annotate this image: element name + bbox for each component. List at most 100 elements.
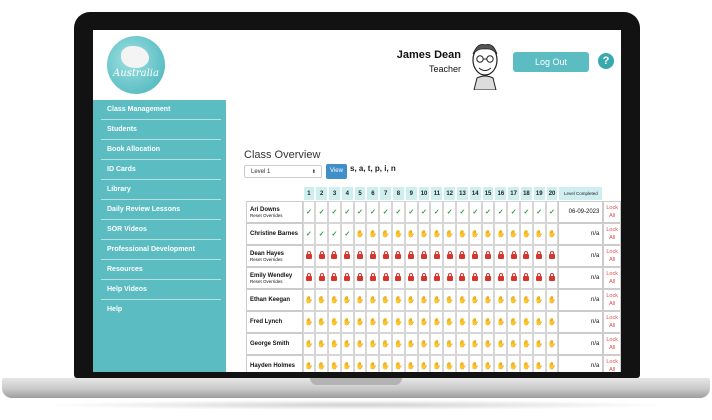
padlock-icon[interactable]: [520, 267, 533, 289]
hand-icon[interactable]: ✋: [494, 289, 508, 311]
check-icon[interactable]: ✓: [315, 201, 329, 223]
sidebar-item-students[interactable]: Students: [93, 120, 226, 140]
padlock-icon[interactable]: [430, 245, 444, 267]
padlock-icon[interactable]: [532, 245, 546, 267]
check-icon[interactable]: ✓: [392, 201, 405, 223]
hand-icon[interactable]: ✋: [456, 289, 469, 311]
padlock-icon[interactable]: [340, 245, 354, 267]
hand-icon[interactable]: ✋: [545, 333, 559, 355]
hand-icon[interactable]: ✋: [302, 355, 316, 372]
check-icon[interactable]: ✓: [430, 201, 444, 223]
reset-overrides-link[interactable]: Reset Overrides: [250, 213, 302, 218]
hand-icon[interactable]: ✋: [340, 289, 354, 311]
hand-icon[interactable]: ✋: [404, 223, 418, 245]
padlock-icon[interactable]: [430, 267, 444, 289]
hand-icon[interactable]: ✋: [481, 333, 495, 355]
padlock-icon[interactable]: [507, 267, 521, 289]
hand-icon[interactable]: ✋: [379, 333, 393, 355]
padlock-icon[interactable]: [520, 245, 533, 267]
padlock-icon[interactable]: [340, 267, 354, 289]
hand-icon[interactable]: ✋: [404, 333, 418, 355]
hand-icon[interactable]: ✋: [340, 333, 354, 355]
sidebar-item-help[interactable]: Help: [93, 300, 226, 320]
check-icon[interactable]: ✓: [302, 223, 316, 245]
hand-icon[interactable]: ✋: [353, 355, 367, 372]
padlock-icon[interactable]: [417, 245, 431, 267]
padlock-icon[interactable]: [494, 267, 508, 289]
hand-icon[interactable]: ✋: [443, 355, 457, 372]
padlock-icon[interactable]: [545, 245, 559, 267]
lock-all-button[interactable]: Lock All: [603, 311, 621, 333]
hand-icon[interactable]: ✋: [404, 289, 418, 311]
lock-all-button[interactable]: Lock All: [603, 355, 621, 372]
reset-overrides-link[interactable]: Reset Overrides: [250, 279, 302, 284]
sidebar-item-id-cards[interactable]: ID Cards: [93, 160, 226, 180]
hand-icon[interactable]: ✋: [366, 333, 380, 355]
padlock-icon[interactable]: [456, 245, 469, 267]
check-icon[interactable]: ✓: [494, 201, 508, 223]
hand-icon[interactable]: ✋: [468, 311, 482, 333]
check-icon[interactable]: ✓: [417, 201, 431, 223]
hand-icon[interactable]: ✋: [443, 333, 457, 355]
check-icon[interactable]: ✓: [340, 201, 354, 223]
student-name[interactable]: Christine Barnes: [250, 231, 302, 237]
hand-icon[interactable]: ✋: [315, 355, 329, 372]
level-select[interactable]: Level 1 ⬍: [244, 165, 322, 178]
sidebar-item-book-allocation[interactable]: Book Allocation: [93, 140, 226, 160]
hand-icon[interactable]: ✋: [392, 355, 405, 372]
check-icon[interactable]: ✓: [328, 201, 341, 223]
padlock-icon[interactable]: [379, 245, 393, 267]
check-icon[interactable]: ✓: [353, 201, 367, 223]
check-icon[interactable]: ✓: [404, 201, 418, 223]
brand-logo[interactable]: Australia: [107, 36, 165, 94]
sidebar-item-library[interactable]: Library: [93, 180, 226, 200]
hand-icon[interactable]: ✋: [404, 311, 418, 333]
hand-icon[interactable]: ✋: [379, 311, 393, 333]
padlock-icon[interactable]: [404, 267, 418, 289]
hand-icon[interactable]: ✋: [494, 333, 508, 355]
hand-icon[interactable]: ✋: [520, 223, 533, 245]
padlock-icon[interactable]: [392, 267, 405, 289]
hand-icon[interactable]: ✋: [532, 223, 546, 245]
check-icon[interactable]: ✓: [456, 201, 469, 223]
hand-icon[interactable]: ✋: [532, 289, 546, 311]
hand-icon[interactable]: ✋: [545, 223, 559, 245]
padlock-icon[interactable]: [404, 245, 418, 267]
sidebar-item-daily-review-lessons[interactable]: Daily Review Lessons: [93, 200, 226, 220]
hand-icon[interactable]: ✋: [443, 289, 457, 311]
padlock-icon[interactable]: [315, 245, 329, 267]
padlock-icon[interactable]: [468, 245, 482, 267]
hand-icon[interactable]: ✋: [353, 223, 367, 245]
check-icon[interactable]: ✓: [468, 201, 482, 223]
padlock-icon[interactable]: [481, 245, 495, 267]
lock-all-button[interactable]: Lock All: [603, 267, 621, 289]
padlock-icon[interactable]: [392, 245, 405, 267]
hand-icon[interactable]: ✋: [340, 355, 354, 372]
hand-icon[interactable]: ✋: [507, 355, 521, 372]
hand-icon[interactable]: ✋: [430, 311, 444, 333]
hand-icon[interactable]: ✋: [417, 289, 431, 311]
padlock-icon[interactable]: [417, 267, 431, 289]
hand-icon[interactable]: ✋: [417, 355, 431, 372]
hand-icon[interactable]: ✋: [302, 333, 316, 355]
hand-icon[interactable]: ✋: [302, 311, 316, 333]
check-icon[interactable]: ✓: [302, 201, 316, 223]
hand-icon[interactable]: ✋: [315, 289, 329, 311]
hand-icon[interactable]: ✋: [430, 223, 444, 245]
padlock-icon[interactable]: [302, 267, 316, 289]
hand-icon[interactable]: ✋: [456, 311, 469, 333]
hand-icon[interactable]: ✋: [353, 289, 367, 311]
hand-icon[interactable]: ✋: [392, 223, 405, 245]
sidebar-item-sor-videos[interactable]: SOR Videos: [93, 220, 226, 240]
padlock-icon[interactable]: [315, 267, 329, 289]
student-name[interactable]: George Smith: [250, 341, 302, 347]
hand-icon[interactable]: ✋: [430, 333, 444, 355]
hand-icon[interactable]: ✋: [532, 355, 546, 372]
hand-icon[interactable]: ✋: [494, 223, 508, 245]
hand-icon[interactable]: ✋: [366, 289, 380, 311]
hand-icon[interactable]: ✋: [430, 289, 444, 311]
padlock-icon[interactable]: [353, 245, 367, 267]
hand-icon[interactable]: ✋: [392, 333, 405, 355]
hand-icon[interactable]: ✋: [443, 223, 457, 245]
padlock-icon[interactable]: [328, 267, 341, 289]
